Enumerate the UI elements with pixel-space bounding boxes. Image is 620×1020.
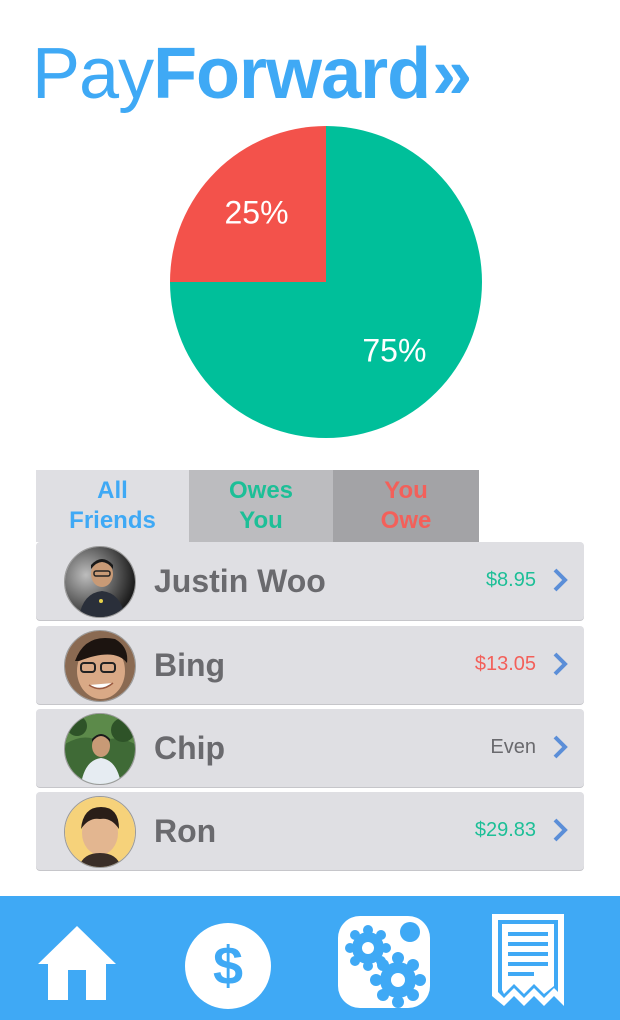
friend-row-bing[interactable]: Bing $13.05	[36, 626, 584, 704]
balance-pie-chart: 25% 75%	[170, 126, 482, 438]
friend-row-chip[interactable]: Chip Even	[36, 709, 584, 787]
home-icon	[38, 926, 116, 1000]
tab-all-friends-label: All Friends	[69, 477, 156, 534]
chevron-right-icon	[553, 568, 568, 592]
home-button[interactable]	[36, 924, 118, 1004]
svg-text:$: $	[213, 936, 243, 996]
receipts-button[interactable]	[488, 912, 568, 1012]
dollar-icon: $	[185, 923, 271, 1009]
tab-you-owe-label: You Owe	[380, 477, 432, 534]
friend-balance: $8.95	[485, 569, 536, 591]
tab-you-owe[interactable]: You Owe	[333, 470, 479, 542]
friend-balance: $29.83	[474, 819, 536, 841]
friend-name: Justin Woo	[154, 563, 326, 599]
bottom-tab-bar: $	[0, 896, 620, 1020]
friend-row-justin-woo[interactable]: Justin Woo $8.95	[36, 542, 584, 620]
friend-name: Ron	[154, 813, 217, 849]
friend-balance: $13.05	[474, 653, 536, 675]
receipt-icon	[492, 914, 564, 1006]
gears-icon	[338, 916, 430, 1008]
avatar	[64, 630, 136, 702]
chevron-right-icon	[553, 652, 568, 676]
pie-slice-label: 25%	[224, 195, 288, 231]
friend-name: Chip	[154, 730, 226, 766]
tab-owes-you-label: Owes You	[228, 477, 294, 534]
avatar	[64, 713, 136, 785]
avatar	[64, 796, 136, 868]
chevron-right-icon	[553, 735, 568, 759]
friend-balance: Even	[490, 736, 536, 758]
settings-button[interactable]	[336, 914, 432, 1010]
pie-slice-label: 75%	[362, 332, 426, 368]
tab-owes-you[interactable]: Owes You	[189, 470, 333, 542]
friend-name: Bing	[154, 647, 226, 683]
avatar	[64, 546, 136, 618]
tab-all-friends[interactable]: All Friends	[36, 470, 189, 542]
friend-row-ron[interactable]: Ron $29.83	[36, 792, 584, 870]
payments-button[interactable]: $	[184, 922, 272, 1010]
chevron-right-icon	[553, 818, 568, 842]
